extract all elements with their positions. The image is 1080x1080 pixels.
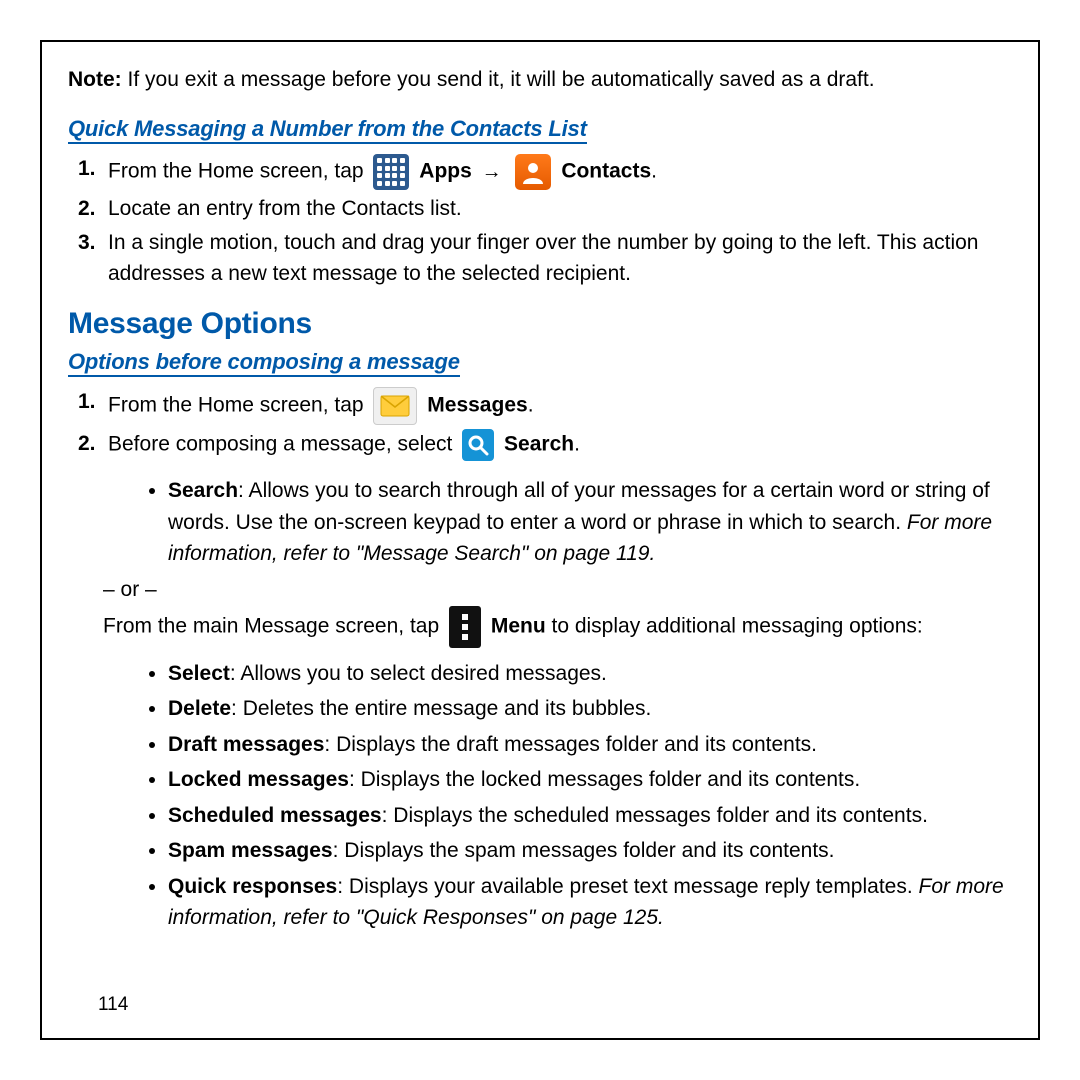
menu-line-post: to display additional messaging options: [546,614,923,637]
contacts-icon [515,154,551,190]
menu-option-bold: Locked messages [168,768,349,791]
search-bullet: Search: Allows you to search through all… [168,475,1012,570]
menu-option-0: Select: Allows you to select desired mes… [168,658,1012,690]
options-steps: From the Home screen, tap Messages. Befo… [68,387,1012,461]
note-label: Note: [68,68,122,91]
section-options-before: Options before composing a message From … [68,349,1012,934]
apps-icon [373,154,409,190]
period: . [528,394,534,417]
menu-option-text: : Displays the draft messages folder and… [324,733,817,756]
step-2: Locate an entry from the Contacts list. [108,194,1012,224]
menu-option-bold: Draft messages [168,733,324,756]
menu-option-bold: Select [168,662,230,685]
menu-line-pre: From the main Message screen, tap [103,614,445,637]
apps-label: Apps [419,160,472,183]
quick-messaging-steps: From the Home screen, tap Apps → Contact… [68,154,1012,289]
menu-option-text: : Deletes the entire message and its bub… [231,697,651,720]
menu-option-bold: Delete [168,697,231,720]
menu-icon [449,606,481,648]
arrow-icon: → [482,161,502,183]
section-quick-messaging: Quick Messaging a Number from the Contac… [68,116,1012,289]
menu-option-text: : Displays the scheduled messages folder… [382,804,928,827]
menu-option-text: : Displays the spam messages folder and … [333,839,835,862]
search-label: Search [504,433,574,456]
section-title: Quick Messaging a Number from the Contac… [68,116,587,144]
menu-option-text: : Displays the locked messages folder an… [349,768,860,791]
step-1: From the Home screen, tap Apps → Contact… [108,154,1012,190]
search-bullet-list: Search: Allows you to search through all… [68,475,1012,570]
period: . [574,433,580,456]
messages-icon [373,387,417,425]
menu-line: From the main Message screen, tap Menu t… [103,606,1012,648]
menu-option-5: Spam messages: Displays the spam message… [168,835,1012,867]
menu-option-text: : Allows you to select desired messages. [230,662,607,685]
opt-step-2: Before composing a message, select Searc… [108,429,1012,461]
menu-option-4: Scheduled messages: Displays the schedul… [168,800,1012,832]
menu-option-text: : Displays your available preset text me… [337,875,918,898]
search-bullet-text: : Allows you to search through all of yo… [168,479,990,534]
menu-option-bold: Scheduled messages [168,804,382,827]
note-line: Note: If you exit a message before you s… [68,68,1012,92]
step-1-pretext: From the Home screen, tap [108,160,369,183]
step-3: In a single motion, touch and drag your … [108,228,1012,289]
menu-option-bold: Spam messages [168,839,333,862]
period: . [651,160,657,183]
opt-step-2-pre: Before composing a message, select [108,433,458,456]
contacts-label: Contacts [561,160,651,183]
menu-option-1: Delete: Deletes the entire message and i… [168,693,1012,725]
section-title-2: Options before composing a message [68,349,460,377]
note-text: If you exit a message before you send it… [122,68,875,91]
search-bullet-bold: Search [168,479,238,502]
opt-step-1-pre: From the Home screen, tap [108,394,369,417]
messages-label: Messages [427,394,527,417]
menu-options-list: Select: Allows you to select desired mes… [68,658,1012,934]
menu-option-bold: Quick responses [168,875,337,898]
menu-option-2: Draft messages: Displays the draft messa… [168,729,1012,761]
page-frame: Note: If you exit a message before you s… [40,40,1040,1040]
page-number: 114 [98,994,128,1016]
or-separator: – or – [103,578,1012,602]
menu-option-3: Locked messages: Displays the locked mes… [168,764,1012,796]
search-icon [462,429,494,461]
opt-step-1: From the Home screen, tap Messages. [108,387,1012,425]
heading-message-options: Message Options [68,307,1012,341]
menu-label: Menu [491,614,546,637]
menu-option-6: Quick responses: Displays your available… [168,871,1012,934]
